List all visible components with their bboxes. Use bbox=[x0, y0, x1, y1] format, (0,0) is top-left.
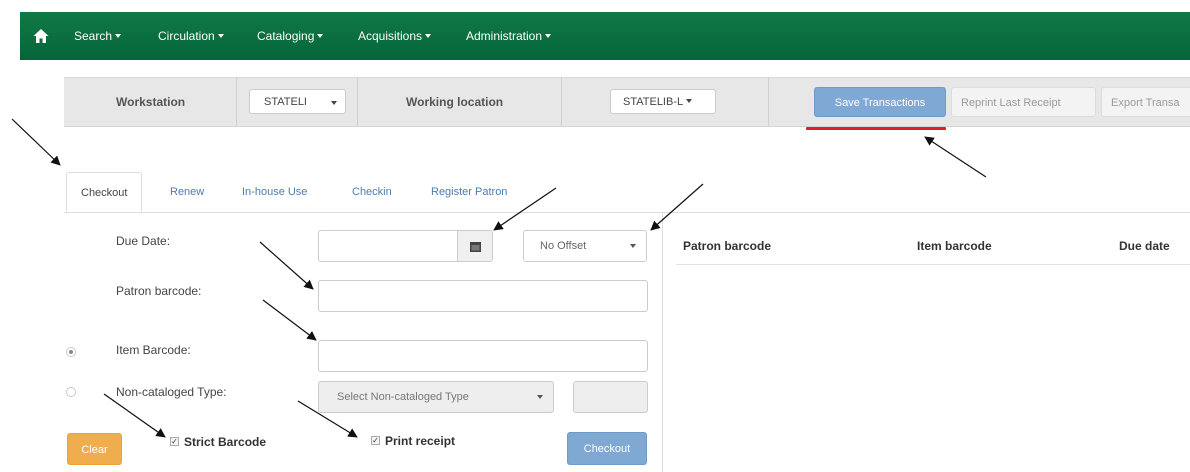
annotation-arrow bbox=[650, 183, 704, 231]
annotation-arrow bbox=[924, 136, 987, 178]
annotation-arrow bbox=[262, 299, 317, 341]
annotation-arrow bbox=[11, 118, 61, 166]
annotation-arrow bbox=[297, 400, 358, 438]
annotation-arrow bbox=[259, 241, 314, 290]
annotation-arrow bbox=[493, 187, 557, 231]
annotation-arrow bbox=[103, 393, 166, 438]
annotation-arrows-layer bbox=[11, 118, 987, 438]
